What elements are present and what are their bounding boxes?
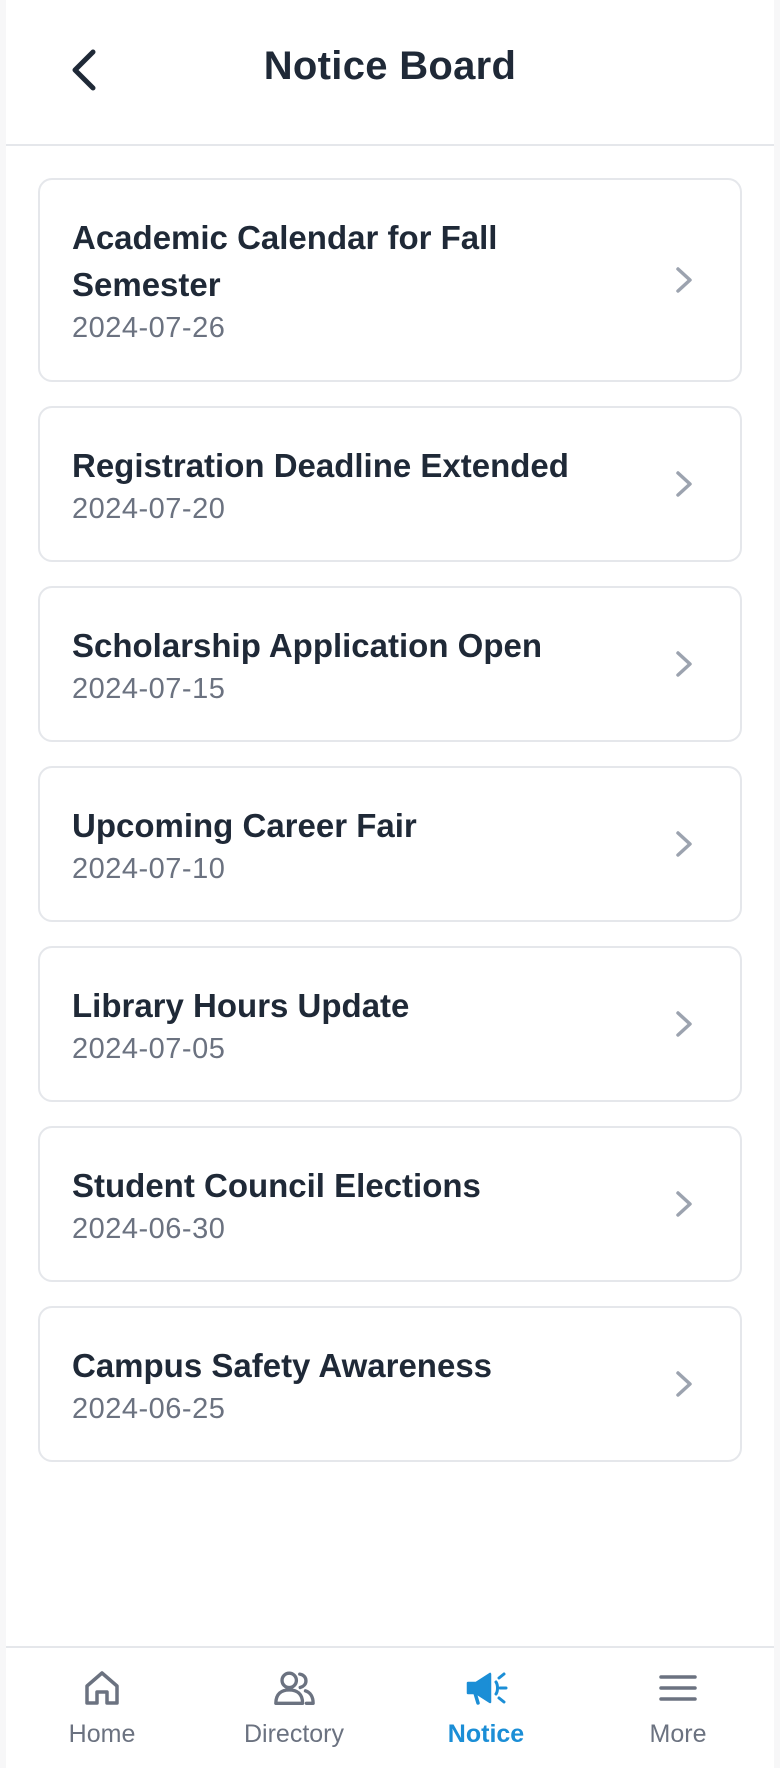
- home-icon: [85, 1671, 119, 1705]
- notice-date: 2024-07-15: [72, 673, 226, 705]
- notice-title: Student Council Elections: [72, 1167, 481, 1204]
- notice-title: Scholarship Application Open: [72, 627, 542, 664]
- nav-label-home: Home: [68, 1720, 136, 1748]
- notice-date: 2024-07-20: [72, 493, 226, 525]
- notice-card[interactable]: Campus Safety Awareness 2024-06-25: [38, 1306, 742, 1462]
- chevron-right-icon: [676, 471, 692, 497]
- chevron-right-icon: [676, 267, 692, 293]
- notice-card[interactable]: Registration Deadline Extended 2024-07-2…: [38, 406, 742, 562]
- chevron-right-icon: [676, 1191, 692, 1217]
- notice-date: 2024-07-26: [72, 312, 226, 344]
- notice-title: Upcoming Career Fair: [72, 807, 417, 844]
- chevron-right-icon: [676, 1371, 692, 1397]
- notice-date: 2024-06-25: [72, 1393, 226, 1425]
- bottom-nav: Home Directory Notice More: [6, 1646, 774, 1770]
- notice-date: 2024-06-30: [72, 1213, 226, 1245]
- megaphone-icon: [466, 1672, 508, 1705]
- notice-title: Academic Calendar for Fall Semester: [72, 219, 498, 303]
- notice-card[interactable]: Academic Calendar for Fall Semester 2024…: [38, 178, 742, 382]
- right-gutter: [774, 0, 780, 1768]
- notice-card[interactable]: Scholarship Application Open 2024-07-15: [38, 586, 742, 742]
- notice-card[interactable]: Library Hours Update 2024-07-05: [38, 946, 742, 1102]
- nav-item-directory[interactable]: Directory: [198, 1648, 390, 1770]
- users-icon: [274, 1671, 315, 1705]
- notice-list: Academic Calendar for Fall Semester 2024…: [38, 178, 742, 1486]
- chevron-right-icon: [676, 1011, 692, 1037]
- app-screen: Notice Board Academic Calendar for Fall …: [6, 0, 774, 1770]
- nav-label-more: More: [649, 1720, 707, 1748]
- notice-title: Library Hours Update: [72, 987, 410, 1024]
- nav-item-more[interactable]: More: [582, 1648, 774, 1770]
- notice-date: 2024-07-05: [72, 1033, 226, 1065]
- page-title: Notice Board: [263, 44, 517, 88]
- header-bar: Notice Board: [6, 0, 774, 146]
- nav-item-home[interactable]: Home: [6, 1648, 198, 1770]
- nav-label-notice: Notice: [447, 1720, 525, 1748]
- notice-title: Campus Safety Awareness: [72, 1347, 493, 1384]
- chevron-right-icon: [676, 831, 692, 857]
- chevron-right-icon: [676, 651, 692, 677]
- nav-item-notice[interactable]: Notice: [390, 1648, 582, 1770]
- notice-card[interactable]: Student Council Elections 2024-06-30: [38, 1126, 742, 1282]
- nav-label-directory: Directory: [243, 1720, 344, 1748]
- menu-icon: [659, 1675, 697, 1701]
- notice-title: Registration Deadline Extended: [72, 447, 569, 484]
- notice-card[interactable]: Upcoming Career Fair 2024-07-10: [38, 766, 742, 922]
- notice-date: 2024-07-10: [72, 853, 226, 885]
